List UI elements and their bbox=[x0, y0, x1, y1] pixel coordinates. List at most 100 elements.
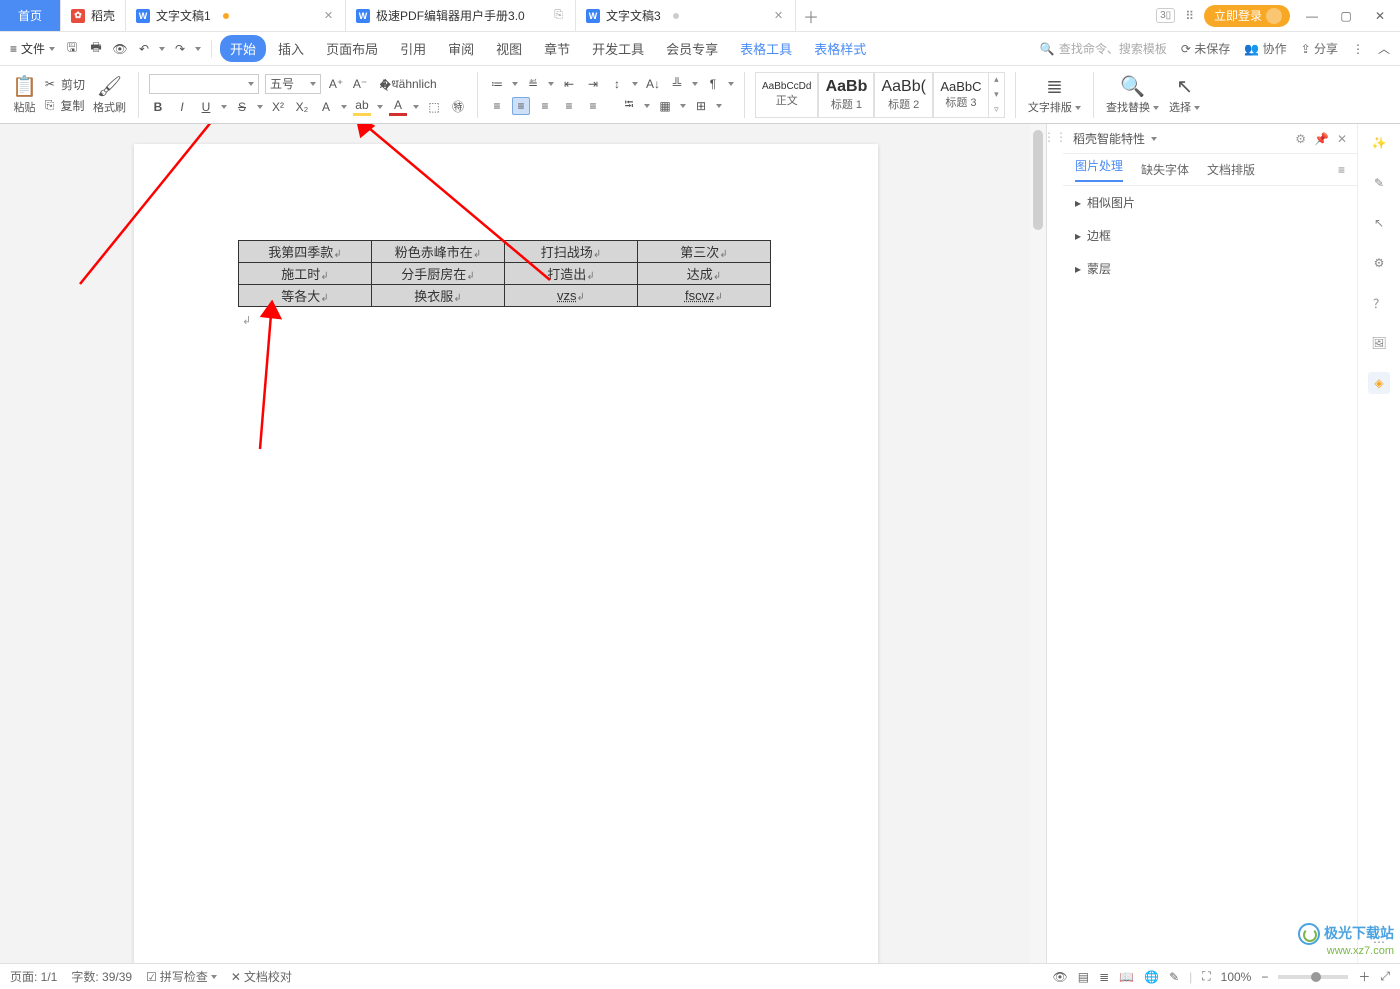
tab-doc1[interactable]: W 文字文稿1 ✕ bbox=[126, 0, 346, 31]
bullets-icon[interactable]: ≔ bbox=[488, 75, 506, 93]
align-left-icon[interactable]: ≡ bbox=[488, 97, 506, 115]
ribbon-tab-layout[interactable]: 页面布局 bbox=[316, 35, 388, 62]
bold-icon[interactable]: B bbox=[149, 98, 167, 116]
format-painter[interactable]: 🖌格式刷 bbox=[91, 68, 128, 121]
minimize-icon[interactable]: — bbox=[1300, 4, 1324, 28]
vertical-scrollbar[interactable] bbox=[1030, 124, 1046, 963]
print-preview-icon[interactable]: 👁 bbox=[111, 40, 129, 58]
change-case-icon[interactable]: �धähnlich bbox=[399, 75, 417, 93]
sort-icon[interactable]: A↓ bbox=[644, 75, 662, 93]
superscript-icon[interactable]: X² bbox=[269, 98, 287, 116]
italic-icon[interactable]: I bbox=[173, 98, 191, 116]
decrease-indent-icon[interactable]: ⇤ bbox=[560, 75, 578, 93]
view-outline-icon[interactable]: ≣ bbox=[1099, 970, 1109, 984]
style-h1[interactable]: AaBb标题 1 bbox=[818, 72, 874, 118]
close-icon[interactable]: ⎘ bbox=[552, 9, 565, 22]
gear-icon[interactable]: ⚙ bbox=[1295, 132, 1306, 146]
tab-daoke[interactable]: ✿ 稻壳 bbox=[61, 0, 126, 31]
ribbon-tab-view[interactable]: 视图 bbox=[486, 35, 532, 62]
panel-item-similar[interactable]: ▸ 相似图片 bbox=[1063, 186, 1357, 219]
image-tool-icon[interactable]: 🖼 bbox=[1368, 332, 1390, 354]
close-window-icon[interactable]: ✕ bbox=[1368, 4, 1392, 28]
tab-home[interactable]: 首页 bbox=[0, 0, 61, 31]
close-icon[interactable]: ✕ bbox=[322, 9, 335, 22]
text-effects-icon[interactable]: A bbox=[317, 98, 335, 116]
table-cell[interactable]: 第三次↲ bbox=[638, 241, 771, 263]
badge-icon[interactable]: 3▯ bbox=[1156, 8, 1175, 23]
hamburger-icon[interactable]: ≡ bbox=[1338, 163, 1345, 177]
borders-icon[interactable]: ⊞ bbox=[692, 97, 710, 115]
font-name-select[interactable] bbox=[149, 74, 259, 94]
view-print-icon[interactable]: ▤ bbox=[1078, 970, 1089, 984]
view-draft-icon[interactable]: ✎ bbox=[1169, 970, 1179, 984]
underline-icon[interactable]: U bbox=[197, 98, 215, 116]
ribbon-tab-review[interactable]: 审阅 bbox=[438, 35, 484, 62]
panel-tab-layout[interactable]: 文档排版 bbox=[1207, 161, 1255, 178]
panel-item-border[interactable]: ▸ 边框 bbox=[1063, 219, 1357, 252]
ribbon-tab-references[interactable]: 引用 bbox=[390, 35, 436, 62]
cursor-icon[interactable]: ↖ bbox=[1368, 212, 1390, 234]
paste-group[interactable]: 📋粘贴 bbox=[10, 68, 39, 121]
line-spacing-icon[interactable]: ╩ bbox=[668, 75, 686, 93]
style-h2[interactable]: AaBb(标题 2 bbox=[874, 72, 932, 118]
eye-icon[interactable]: 👁 bbox=[1053, 970, 1068, 984]
pin-icon[interactable]: 📌 bbox=[1314, 132, 1329, 146]
zoom-in-icon[interactable]: ＋ bbox=[1358, 968, 1370, 985]
zoom-out-icon[interactable]: − bbox=[1261, 970, 1268, 984]
fit-page-icon[interactable]: ⛶ bbox=[1202, 969, 1210, 984]
fullscreen-icon[interactable]: ⤢ bbox=[1380, 969, 1390, 984]
help-icon[interactable]: ？ bbox=[1368, 292, 1390, 314]
ribbon-tab-tabletools[interactable]: 表格工具 bbox=[730, 35, 802, 62]
sparkle-icon[interactable]: ✨ bbox=[1368, 132, 1390, 154]
align-right-icon[interactable]: ≡ bbox=[536, 97, 554, 115]
style-h3[interactable]: AaBbC标题 3 bbox=[933, 72, 989, 118]
ribbon-tab-member[interactable]: 会员专享 bbox=[656, 35, 728, 62]
file-menu[interactable]: ≡ 文件 bbox=[10, 40, 55, 57]
enclose-char-icon[interactable]: ㊕ bbox=[449, 98, 467, 116]
login-button[interactable]: 立即登录 bbox=[1204, 5, 1290, 27]
close-icon[interactable]: ✕ bbox=[772, 9, 785, 22]
font-color-icon[interactable]: A bbox=[389, 98, 407, 116]
diamond-icon[interactable]: ◈ bbox=[1368, 372, 1390, 394]
find-replace-button[interactable]: 🔍查找替换 bbox=[1104, 68, 1161, 121]
select-button[interactable]: ↖选择 bbox=[1167, 68, 1202, 121]
align-justify-icon[interactable]: ≡ bbox=[560, 97, 578, 115]
highlight-icon[interactable]: ab bbox=[353, 98, 371, 116]
spellcheck-toggle[interactable]: ☑ 拼写检查 bbox=[146, 968, 217, 985]
ribbon-tab-tablestyle[interactable]: 表格样式 bbox=[804, 35, 876, 62]
strike-icon[interactable]: S bbox=[233, 98, 251, 116]
table-cell[interactable]: fscvz↲ bbox=[638, 285, 771, 307]
shading-icon[interactable]: ▦ bbox=[656, 97, 674, 115]
tab-pdf-manual[interactable]: W 极速PDF编辑器用户手册3.0 ⎘ bbox=[346, 0, 576, 31]
close-panel-icon[interactable]: ✕ bbox=[1337, 132, 1347, 146]
font-size-select[interactable]: 五号 bbox=[265, 74, 321, 94]
tab-add-button[interactable]: ＋ bbox=[796, 0, 826, 31]
pen-icon[interactable]: ✎ bbox=[1368, 172, 1390, 194]
more-icon[interactable]: ⋮ bbox=[1352, 42, 1364, 56]
panel-grip-icon[interactable]: ⋮⋮ bbox=[1047, 124, 1063, 963]
collapse-ribbon-icon[interactable]: ︿ bbox=[1378, 40, 1390, 57]
word-count[interactable]: 字数: 39/39 bbox=[71, 968, 132, 985]
settings-slider-icon[interactable]: ⚙ bbox=[1368, 252, 1390, 274]
ribbon-tab-chapter[interactable]: 章节 bbox=[534, 35, 580, 62]
view-read-icon[interactable]: 📖 bbox=[1119, 970, 1134, 984]
panel-item-mask[interactable]: ▸ 蒙层 bbox=[1063, 252, 1357, 285]
save-icon[interactable]: 🖫 bbox=[63, 40, 81, 58]
align-distribute-icon[interactable]: ≡ bbox=[584, 97, 602, 115]
text-layout-button[interactable]: ≣文字排版 bbox=[1026, 68, 1083, 121]
proof-button[interactable]: ✕ 文档校对 bbox=[231, 968, 292, 985]
maximize-icon[interactable]: ▢ bbox=[1334, 4, 1358, 28]
ribbon-tab-devtools[interactable]: 开发工具 bbox=[582, 35, 654, 62]
table-cell[interactable]: 达成↲ bbox=[638, 263, 771, 285]
subscript-icon[interactable]: X₂ bbox=[293, 98, 311, 116]
panel-tab-image[interactable]: 图片处理 bbox=[1075, 157, 1123, 182]
command-search[interactable]: 🔍 查找命令、搜索模板 bbox=[1040, 40, 1167, 57]
ribbon-tab-insert[interactable]: 插入 bbox=[268, 35, 314, 62]
undo-icon[interactable]: ↶ bbox=[135, 40, 153, 58]
align-center-icon[interactable]: ≡ bbox=[512, 97, 530, 115]
numbering-icon[interactable]: ≝ bbox=[524, 75, 542, 93]
tab-doc3[interactable]: W 文字文稿3 ✕ bbox=[576, 0, 796, 31]
panel-tab-fonts[interactable]: 缺失字体 bbox=[1141, 161, 1189, 178]
cut-button[interactable]: ✂剪切 bbox=[45, 76, 85, 93]
text-direction-icon[interactable]: ↕ bbox=[608, 75, 626, 93]
